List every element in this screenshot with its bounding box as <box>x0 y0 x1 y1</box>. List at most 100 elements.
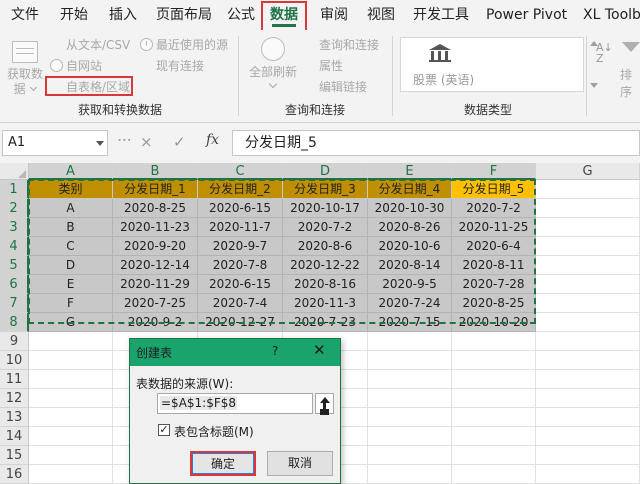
row-header-3[interactable]: 3 <box>0 218 29 237</box>
row-header-12[interactable]: 12 <box>0 389 29 408</box>
cell-f14[interactable] <box>452 427 536 446</box>
cell-a10[interactable] <box>29 351 113 370</box>
cell-d1[interactable]: 分发日期_3 <box>283 180 368 199</box>
cancel-button[interactable]: 取消 <box>267 451 333 476</box>
ok-button[interactable]: 确定 <box>190 451 256 476</box>
cell-e14[interactable] <box>368 427 452 446</box>
help-button[interactable]: ? <box>272 344 278 358</box>
cell-e13[interactable] <box>368 408 452 427</box>
chevron-down-icon[interactable] <box>96 141 104 146</box>
cell-a14[interactable] <box>29 427 113 446</box>
cell-a7[interactable]: F <box>29 294 113 313</box>
row-header-9[interactable]: 9 <box>0 332 29 351</box>
cell-g1[interactable] <box>536 180 640 199</box>
cell-a2[interactable]: A <box>29 199 113 218</box>
cell-a12[interactable] <box>29 389 113 408</box>
cell-f6[interactable]: 2020-7-28 <box>452 275 536 294</box>
cell-e7[interactable]: 2020-7-24 <box>368 294 452 313</box>
cell-a5[interactable]: D <box>29 256 113 275</box>
tab-home[interactable]: 开始 <box>60 0 88 30</box>
cell-g9[interactable] <box>536 332 640 351</box>
cell-c7[interactable]: 2020-7-4 <box>198 294 283 313</box>
cell-f13[interactable] <box>452 408 536 427</box>
tab-power-pivot[interactable]: Power Pivot <box>486 0 567 30</box>
cell-d3[interactable]: 2020-7-2 <box>283 218 368 237</box>
row-header-6[interactable]: 6 <box>0 275 29 294</box>
cell-e6[interactable]: 2020-9-5 <box>368 275 452 294</box>
cancel-formula-button[interactable]: × <box>140 131 153 153</box>
cell-b7[interactable]: 2020-7-25 <box>113 294 198 313</box>
cell-e8[interactable]: 2020-7-15 <box>368 313 452 332</box>
cell-b5[interactable]: 2020-12-14 <box>113 256 198 275</box>
refresh-all-button[interactable]: 全部刷新 <box>243 37 303 89</box>
collapse-dialog-button[interactable] <box>315 393 334 414</box>
cell-d2[interactable]: 2020-10-17 <box>283 199 368 218</box>
cell-f8[interactable]: 2020-10-20 <box>452 313 536 332</box>
cell-g6[interactable] <box>536 275 640 294</box>
cell-e16[interactable] <box>368 465 452 484</box>
cell-b6[interactable]: 2020-11-29 <box>113 275 198 294</box>
tab-xl-toolbox[interactable]: XL Toolbox <box>583 0 640 30</box>
column-header-a[interactable]: A <box>29 163 113 180</box>
cell-d4[interactable]: 2020-8-6 <box>283 237 368 256</box>
from-text-csv-button[interactable]: 从文本/CSV <box>50 36 130 214</box>
from-web-button[interactable]: 自网站 <box>50 57 102 74</box>
tab-review[interactable]: 审阅 <box>320 0 348 30</box>
cell-a13[interactable] <box>29 408 113 427</box>
cell-f15[interactable] <box>452 446 536 465</box>
select-all-button[interactable] <box>0 163 29 180</box>
cell-a3[interactable]: B <box>29 218 113 237</box>
close-icon[interactable]: ✕ <box>313 341 326 359</box>
cell-c8[interactable]: 2020-12-27 <box>198 313 283 332</box>
cell-c4[interactable]: 2020-9-7 <box>198 237 283 256</box>
cell-d8[interactable]: 2020-7-23 <box>283 313 368 332</box>
row-header-2[interactable]: 2 <box>0 199 29 218</box>
cell-g15[interactable] <box>536 446 640 465</box>
row-header-15[interactable]: 15 <box>0 446 29 465</box>
cell-a4[interactable]: C <box>29 237 113 256</box>
cell-e3[interactable]: 2020-8-26 <box>368 218 452 237</box>
queries-connections-button[interactable]: 查询和连接 <box>303 36 379 214</box>
tab-view[interactable]: 视图 <box>367 0 395 30</box>
row-header-16[interactable]: 16 <box>0 465 29 484</box>
cell-b4[interactable]: 2020-9-20 <box>113 237 198 256</box>
source-range-input[interactable]: =$A$1:$F$8 <box>157 393 313 414</box>
column-header-e[interactable]: E <box>368 163 452 180</box>
tab-page-layout[interactable]: 页面布局 <box>156 0 212 30</box>
cell-b8[interactable]: 2020-9-2 <box>113 313 198 332</box>
cell-b2[interactable]: 2020-8-25 <box>113 199 198 218</box>
cell-d7[interactable]: 2020-11-3 <box>283 294 368 313</box>
cell-a6[interactable]: E <box>29 275 113 294</box>
cell-g3[interactable] <box>536 218 640 237</box>
cell-a9[interactable] <box>29 332 113 351</box>
cell-b1[interactable]: 分发日期_1 <box>113 180 198 199</box>
cell-c6[interactable]: 2020-6-15 <box>198 275 283 294</box>
cell-c1[interactable]: 分发日期_2 <box>198 180 283 199</box>
filter-icon[interactable] <box>622 42 640 52</box>
insert-function-button[interactable]: fx <box>206 132 219 148</box>
column-header-f[interactable]: F <box>452 163 536 180</box>
cell-b3[interactable]: 2020-11-23 <box>113 218 198 237</box>
cell-e2[interactable]: 2020-10-30 <box>368 199 452 218</box>
cell-f7[interactable]: 2020-8-25 <box>452 294 536 313</box>
cell-a11[interactable] <box>29 370 113 389</box>
cell-f4[interactable]: 2020-6-4 <box>452 237 536 256</box>
tab-file[interactable]: 文件 <box>11 0 39 30</box>
cell-a8[interactable]: G <box>29 313 113 332</box>
cell-g11[interactable] <box>536 370 640 389</box>
cell-g16[interactable] <box>536 465 640 484</box>
column-header-c[interactable]: C <box>198 163 283 180</box>
cell-f9[interactable] <box>452 332 536 351</box>
existing-connections-button[interactable]: 现有连接 <box>140 57 204 235</box>
edit-links-button[interactable]: 编辑链接 <box>303 78 367 256</box>
row-header-13[interactable]: 13 <box>0 408 29 427</box>
row-header-5[interactable]: 5 <box>0 256 29 275</box>
properties-button[interactable]: 属性 <box>303 57 343 235</box>
cell-g2[interactable] <box>536 199 640 218</box>
cell-f12[interactable] <box>452 389 536 408</box>
cell-g13[interactable] <box>536 408 640 427</box>
cell-e10[interactable] <box>368 351 452 370</box>
sort-az-icon[interactable]: A↓ Z <box>596 42 613 64</box>
get-data-button[interactable]: 获取数 据 <box>5 41 45 97</box>
cell-g10[interactable] <box>536 351 640 370</box>
